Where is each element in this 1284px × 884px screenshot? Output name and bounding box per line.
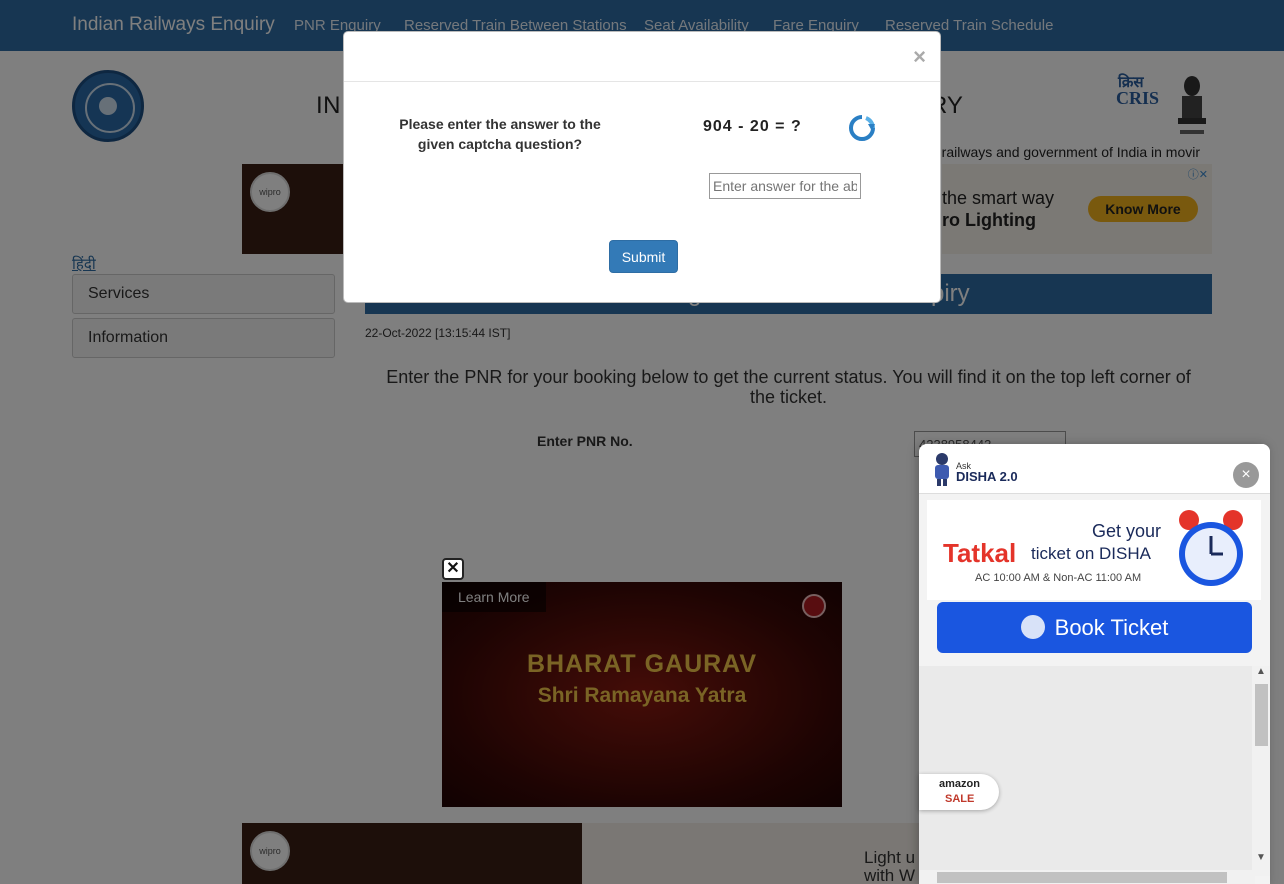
promo-tatkal: Tatkal bbox=[943, 538, 1017, 568]
amazon-sale-label: SALE bbox=[945, 793, 975, 805]
video-ad-close-icon[interactable]: ✕ bbox=[442, 558, 464, 580]
disha-name: DISHA 2.0 bbox=[956, 469, 1018, 484]
disha-close-icon[interactable]: × bbox=[1233, 462, 1259, 488]
promo-get-your: Get your bbox=[1092, 521, 1162, 541]
disha-avatar-icon bbox=[935, 453, 949, 486]
scroll-down-icon[interactable]: ▼ bbox=[1252, 852, 1270, 868]
horizontal-scrollbar[interactable] bbox=[919, 870, 1255, 884]
amazon-sale-badge[interactable]: amazon SALE bbox=[919, 774, 999, 810]
captcha-answer-input[interactable] bbox=[709, 173, 861, 199]
scroll-thumb[interactable] bbox=[1255, 684, 1268, 746]
captcha-question: 904 - 20 = ? bbox=[703, 118, 802, 135]
amazon-logo: amazon bbox=[939, 778, 980, 790]
vertical-scrollbar[interactable]: ▲ ▼ bbox=[1252, 666, 1270, 876]
horizontal-scroll-thumb[interactable] bbox=[937, 872, 1227, 883]
modal-header: × bbox=[344, 32, 940, 82]
train-icon bbox=[1020, 615, 1045, 640]
book-ticket-label: Book Ticket bbox=[1054, 615, 1169, 640]
disha-chat-widget: Ask DISHA 2.0 × Get your Tatkal ticket o… bbox=[919, 444, 1270, 884]
disha-header: Ask DISHA 2.0 × bbox=[919, 444, 1270, 494]
scroll-up-icon[interactable]: ▲ bbox=[1252, 666, 1270, 682]
refresh-captcha-icon[interactable] bbox=[848, 114, 876, 142]
modal-close-icon[interactable]: × bbox=[913, 44, 926, 70]
alarm-clock-icon bbox=[1179, 510, 1243, 586]
promo-times: AC 10:00 AM & Non-AC 11:00 AM bbox=[975, 572, 1142, 584]
captcha-modal: × Please enter the answer to the given c… bbox=[343, 31, 941, 303]
promo-ticket-on: ticket on DISHA bbox=[1031, 544, 1151, 563]
tatkal-promo[interactable]: Get your Tatkal ticket on DISHA AC 10:00… bbox=[927, 500, 1261, 600]
captcha-label: Please enter the answer to the given cap… bbox=[399, 116, 601, 152]
submit-button[interactable]: Submit bbox=[609, 240, 678, 273]
book-ticket-button[interactable]: Book Ticket bbox=[937, 602, 1252, 653]
